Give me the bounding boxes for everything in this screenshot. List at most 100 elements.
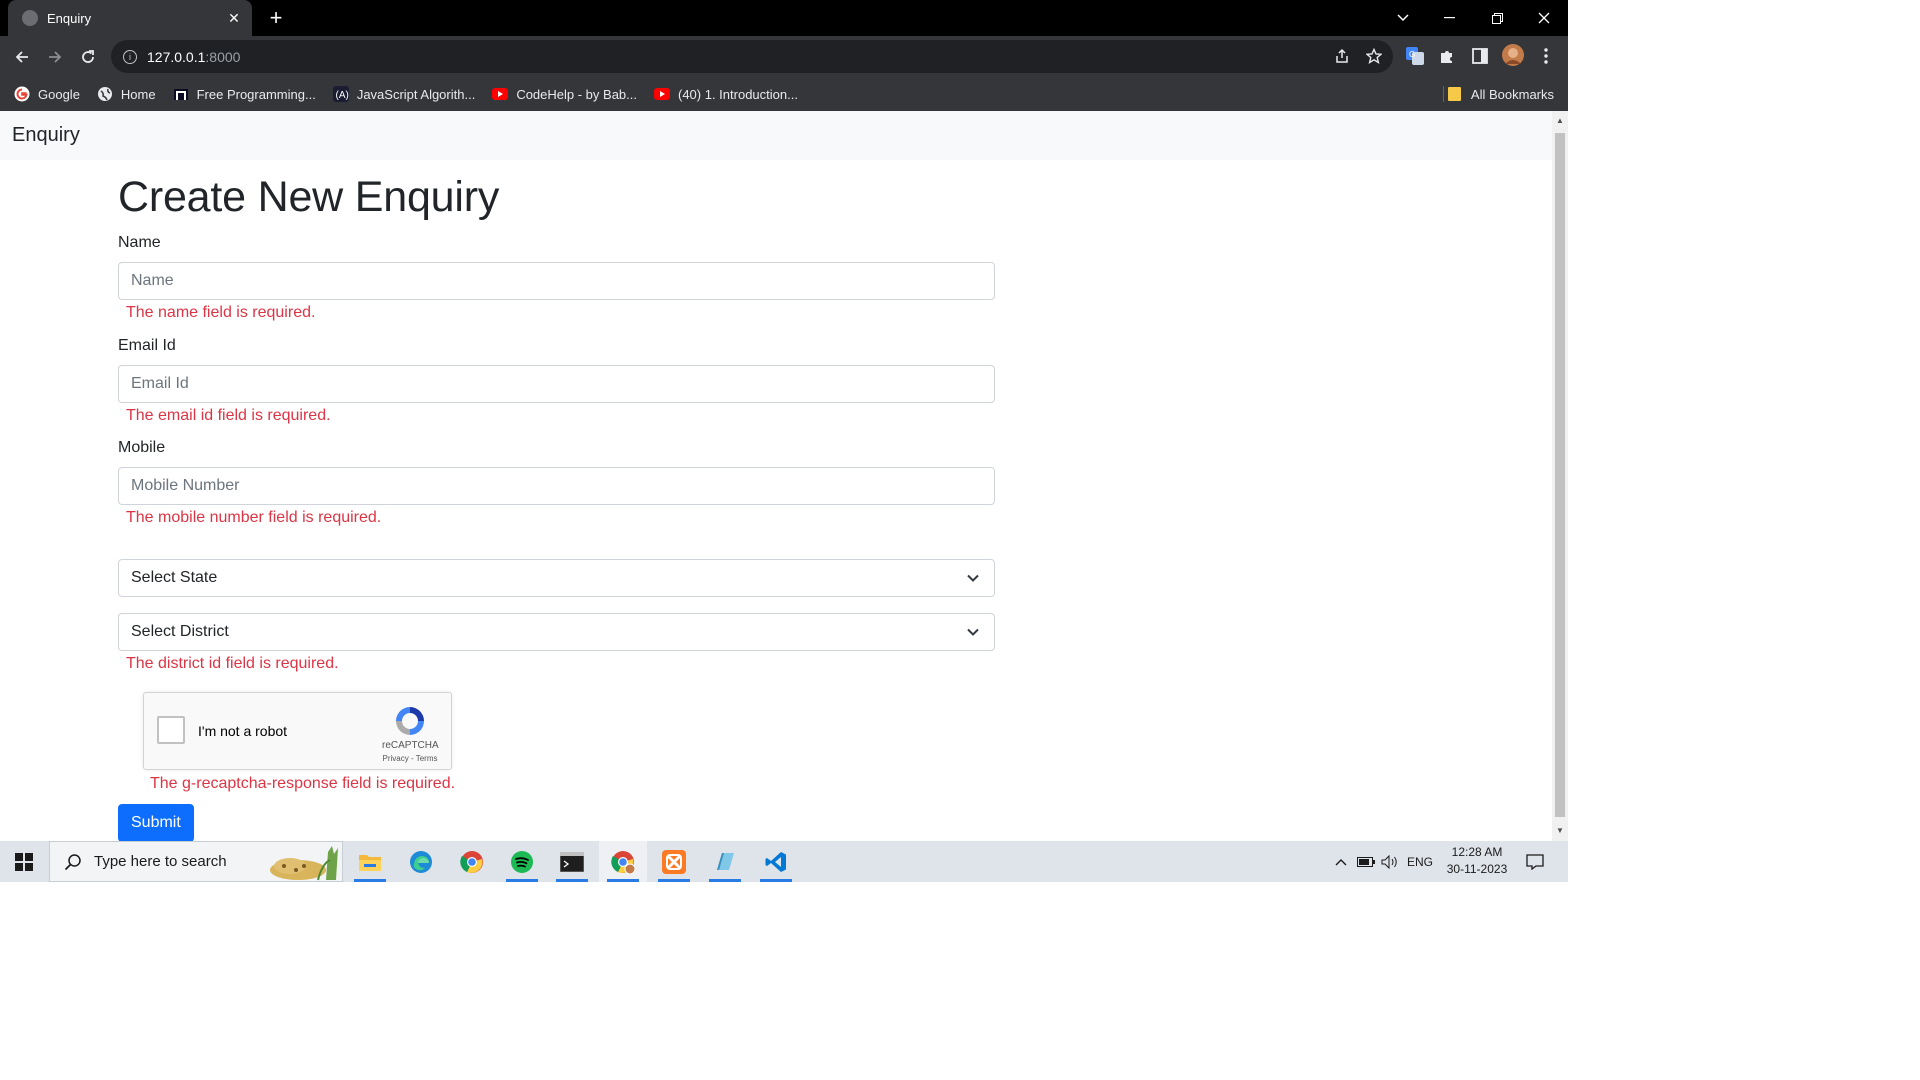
- district-error: The district id field is required.: [126, 655, 339, 672]
- youtube-icon: [654, 86, 670, 102]
- recaptcha-widget: I'm not a robot reCAPTCHA Privacy - Term…: [143, 692, 452, 770]
- taskbar-search-placeholder: Type here to search: [94, 853, 227, 870]
- bookmark-label: JavaScript Algorith...: [356, 86, 476, 102]
- browser-toolbar: i 127.0.0.1 :8000 G: [0, 36, 1568, 77]
- recaptcha-logo-icon: [396, 707, 424, 735]
- mobile-input[interactable]: [118, 467, 995, 505]
- taskbar-notepad[interactable]: [701, 841, 749, 882]
- share-icon[interactable]: [1330, 48, 1354, 69]
- svg-text:G: G: [1409, 50, 1415, 59]
- restore-button[interactable]: [1474, 0, 1520, 36]
- notepad-icon: [717, 852, 734, 870]
- reload-button[interactable]: [75, 44, 101, 70]
- district-select-value: Select District: [131, 623, 229, 640]
- start-button[interactable]: [0, 841, 48, 882]
- name-input[interactable]: [118, 262, 995, 300]
- folder-icon: [359, 854, 381, 871]
- site-info-icon[interactable]: i: [123, 49, 137, 64]
- bookmark-google[interactable]: Google: [14, 86, 80, 102]
- language-indicator[interactable]: ENG: [1405, 841, 1435, 882]
- bookmark-star-icon[interactable]: [1362, 47, 1386, 69]
- address-host: 127.0.0.1: [147, 48, 206, 65]
- scrollbar-thumb[interactable]: [1555, 133, 1565, 817]
- taskbar-clock[interactable]: 12:28 AM 30-11-2023: [1438, 844, 1516, 878]
- windows-logo-icon: [15, 852, 33, 871]
- bookmarks-divider: [1443, 86, 1444, 102]
- folder-icon: [1447, 87, 1461, 101]
- windows-taskbar: Type here to search ENG 12:28 AM 30-11-2…: [0, 841, 1568, 882]
- code-icon: (A): [332, 86, 349, 102]
- forward-button[interactable]: [42, 44, 68, 70]
- scroll-up-arrow-icon[interactable]: ▲: [1552, 113, 1568, 129]
- google-icon: [14, 86, 30, 102]
- recaptcha-checkbox[interactable]: [157, 716, 185, 744]
- chevron-down-icon: [967, 628, 979, 636]
- page-scrollbar[interactable]: ▲ ▼: [1552, 111, 1568, 841]
- page-favicon-icon: [22, 10, 38, 26]
- show-hidden-icons-button[interactable]: [1330, 841, 1352, 882]
- vscode-icon: [765, 851, 786, 872]
- minimize-button[interactable]: [1426, 0, 1472, 36]
- email-label: Email Id: [118, 337, 176, 354]
- address-bar[interactable]: i 127.0.0.1 :8000: [111, 40, 1393, 73]
- all-bookmarks-button[interactable]: All Bookmarks: [1447, 77, 1554, 111]
- taskbar-chrome[interactable]: [448, 841, 496, 882]
- profile-avatar[interactable]: [1501, 43, 1525, 67]
- extensions-puzzle-icon[interactable]: [1436, 46, 1458, 66]
- state-select[interactable]: Select State: [118, 559, 995, 597]
- bookmark-free-programming[interactable]: Free Programming...: [173, 86, 316, 102]
- bookmark-javascript-algorithms[interactable]: (A) JavaScript Algorith...: [332, 86, 476, 102]
- side-panel-icon[interactable]: [1469, 46, 1491, 66]
- page-title: Create New Enquiry: [118, 173, 500, 221]
- battery-icon[interactable]: [1355, 841, 1377, 882]
- navbar-brand[interactable]: Enquiry: [12, 124, 80, 147]
- taskbar-spotify[interactable]: [498, 841, 546, 882]
- tab-title: Enquiry: [47, 10, 92, 26]
- tab-close-icon[interactable]: ✕: [226, 10, 242, 27]
- taskbar-edge[interactable]: [397, 841, 445, 882]
- bookmark-home[interactable]: Home: [97, 86, 156, 102]
- terminal-icon: [560, 851, 584, 872]
- google-translate-icon[interactable]: G: [1404, 46, 1426, 66]
- svg-text:(A): (A): [335, 90, 348, 101]
- tab-search-icon[interactable]: [1380, 0, 1426, 36]
- email-input[interactable]: [118, 365, 995, 403]
- taskbar-file-explorer[interactable]: [346, 841, 394, 882]
- bookmark-introduction[interactable]: (40) 1. Introduction...: [654, 86, 798, 102]
- bookmark-label: Free Programming...: [196, 86, 316, 102]
- recaptcha-error: The g-recaptcha-response field is requir…: [150, 775, 456, 792]
- freecodecamp-icon: [173, 86, 189, 102]
- taskbar-chrome-profile[interactable]: [599, 841, 647, 882]
- recaptcha-brand: reCAPTCHA: [382, 740, 439, 751]
- district-select[interactable]: Select District: [118, 613, 995, 651]
- bookmark-label: Google: [38, 86, 80, 102]
- scroll-down-arrow-icon[interactable]: ▼: [1552, 823, 1568, 839]
- chevron-up-icon: [1335, 858, 1347, 865]
- name-label: Name: [118, 234, 161, 251]
- bookmark-label: CodeHelp - by Bab...: [516, 86, 637, 102]
- mobile-error: The mobile number field is required.: [126, 509, 382, 526]
- recaptcha-privacy-terms-links[interactable]: Privacy - Terms: [380, 754, 440, 763]
- volume-icon[interactable]: [1379, 841, 1401, 882]
- notification-center-icon[interactable]: [1522, 841, 1548, 882]
- taskbar-vscode[interactable]: [752, 841, 800, 882]
- bookmarks-bar: Google Home Free Programming... (A) Java…: [0, 77, 1568, 111]
- taskbar-xampp[interactable]: [650, 841, 698, 882]
- new-tab-button[interactable]: +: [264, 5, 288, 31]
- taskbar-search-box[interactable]: Type here to search: [49, 841, 343, 882]
- youtube-icon: [492, 86, 509, 102]
- taskbar-terminal[interactable]: [548, 841, 596, 882]
- browser-menu-icon[interactable]: [1535, 46, 1557, 66]
- chrome-profile-icon: [611, 850, 635, 874]
- search-icon: [64, 853, 81, 870]
- clock-time: 12:28 AM: [1451, 845, 1503, 859]
- globe-icon: [97, 86, 113, 102]
- browser-tab-strip: Enquiry ✕ +: [0, 0, 1568, 36]
- submit-button[interactable]: Submit: [118, 804, 194, 841]
- browser-tab[interactable]: Enquiry ✕: [8, 0, 252, 36]
- bookmark-codehelp[interactable]: CodeHelp - by Bab...: [492, 86, 637, 102]
- close-window-button[interactable]: [1521, 0, 1567, 36]
- all-bookmarks-label: All Bookmarks: [1470, 86, 1554, 102]
- site-navbar: Enquiry: [0, 111, 1552, 160]
- back-button[interactable]: [9, 44, 35, 70]
